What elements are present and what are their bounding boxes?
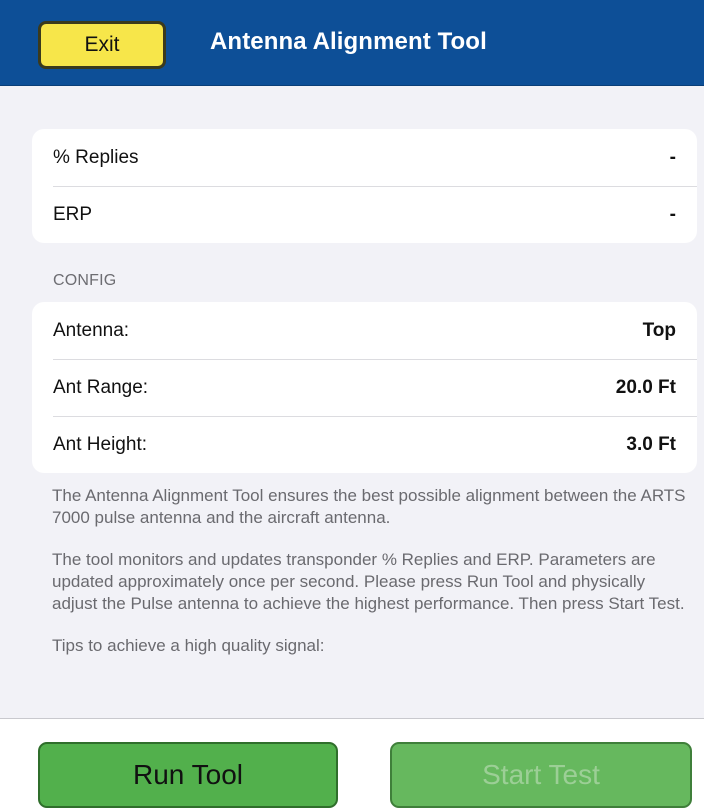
- results-card: % Replies - ERP -: [32, 129, 697, 243]
- ant-range-value: 20.0 Ft: [615, 376, 676, 398]
- nav-bar: Exit Antenna Alignment Tool: [0, 0, 704, 86]
- replies-row: % Replies -: [32, 129, 697, 186]
- erp-label: ERP: [53, 203, 93, 225]
- antenna-value: Top: [642, 319, 676, 341]
- config-row-ant-range[interactable]: Ant Range: 20.0 Ft: [32, 359, 697, 416]
- exit-button[interactable]: Exit: [38, 21, 166, 69]
- bottom-toolbar: Run Tool Start Test: [0, 718, 704, 812]
- config-section-header: CONFIG: [53, 272, 117, 289]
- config-row-antenna[interactable]: Antenna: Top: [32, 302, 697, 359]
- config-row-ant-height[interactable]: Ant Height: 3.0 Ft: [32, 416, 697, 473]
- page-title: Antenna Alignment Tool: [210, 28, 487, 55]
- antenna-label: Antenna:: [53, 319, 130, 341]
- run-tool-button[interactable]: Run Tool: [38, 742, 338, 808]
- erp-value: -: [669, 203, 676, 225]
- ant-height-label: Ant Height:: [53, 433, 147, 455]
- info-paragraph-3: Tips to achieve a high quality signal:: [52, 636, 325, 655]
- config-card: Antenna: Top Ant Range: 20.0 Ft Ant Heig…: [32, 302, 697, 473]
- replies-value: -: [669, 146, 676, 168]
- info-paragraph-2: The tool monitors and updates transponde…: [52, 550, 685, 613]
- info-description: The Antenna Alignment Tool ensures the b…: [52, 485, 692, 677]
- replies-label: % Replies: [53, 146, 139, 168]
- ant-height-value: 3.0 Ft: [626, 433, 676, 455]
- ant-range-label: Ant Range:: [53, 376, 149, 398]
- info-paragraph-1: The Antenna Alignment Tool ensures the b…: [52, 486, 686, 527]
- erp-row: ERP -: [32, 186, 697, 243]
- start-test-button[interactable]: Start Test: [390, 742, 692, 808]
